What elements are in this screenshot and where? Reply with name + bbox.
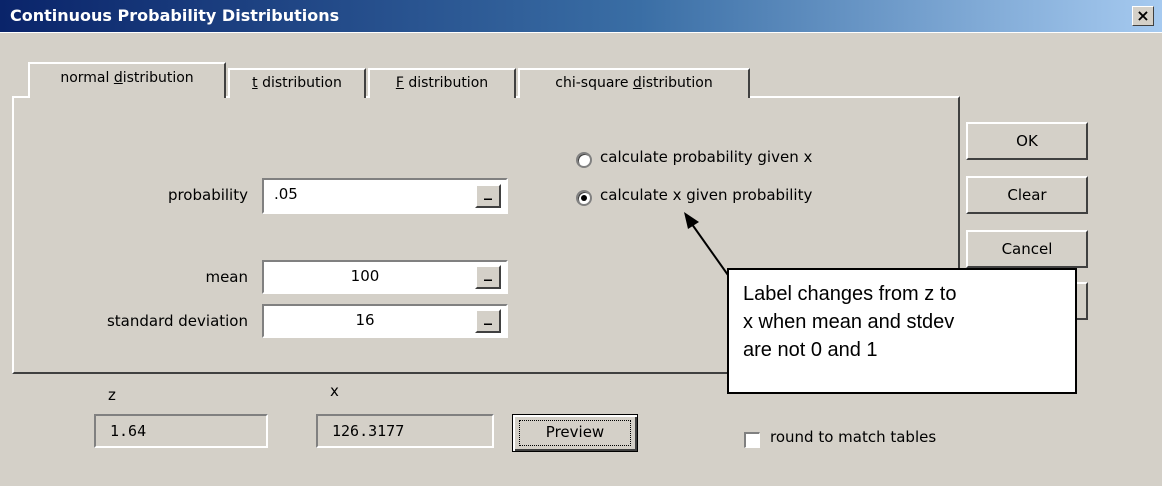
annotation-line: Label changes from z to [743, 283, 957, 305]
annotation-arrow [684, 212, 741, 293]
annotation-line: are not 0 and 1 [743, 339, 878, 361]
annotation-callout: Label changes from z to x when mean and … [727, 268, 1077, 394]
annotation-line: x when mean and stdev [743, 311, 955, 333]
